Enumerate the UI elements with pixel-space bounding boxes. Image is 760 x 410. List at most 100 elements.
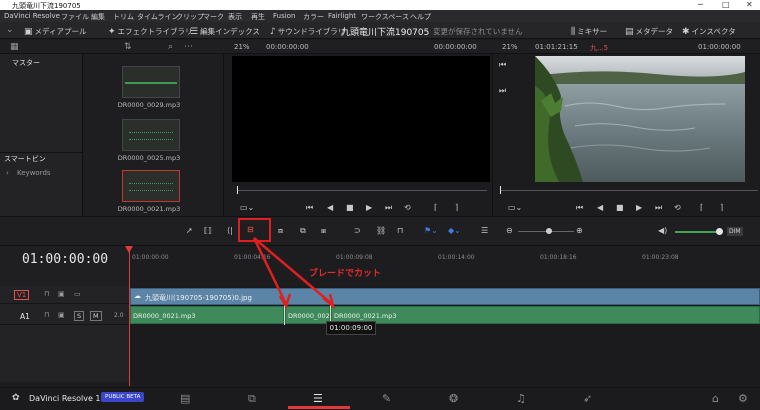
lock-icon[interactable]: ⊓: [397, 226, 403, 235]
metadata-button[interactable]: ▤ メタデータ: [625, 26, 673, 37]
menu-item-fusion[interactable]: Fusion: [273, 12, 295, 20]
media-clip-thumbnail[interactable]: [122, 170, 180, 202]
media-clip-thumbnail[interactable]: [122, 66, 180, 98]
mark-in-icon[interactable]: ⌈: [434, 203, 437, 212]
cut-page-icon[interactable]: ⧉: [248, 392, 256, 406]
menu-item-trim[interactable]: トリム: [113, 12, 134, 22]
play-reverse-icon[interactable]: ◀: [597, 203, 603, 212]
play-reverse-icon[interactable]: ◀: [327, 203, 333, 212]
jump-start-icon[interactable]: ⏮: [306, 203, 313, 213]
sort-icon[interactable]: ⇅: [124, 43, 132, 52]
sound-library-button[interactable]: ♪ サウンドライブラリ: [270, 26, 345, 37]
track-label-a1[interactable]: A1: [20, 312, 30, 321]
more-options-icon[interactable]: ⋯: [184, 43, 193, 52]
zoom-slider-knob[interactable]: [546, 228, 552, 234]
jump-end-icon[interactable]: ⏭: [655, 203, 662, 213]
master-bin[interactable]: マスター: [12, 58, 40, 68]
menu-item-playback[interactable]: 再生: [251, 12, 265, 22]
link-icon[interactable]: ⛓: [376, 226, 386, 235]
timeline-timecode[interactable]: 01:00:00:00: [0, 252, 130, 267]
playhead-handle[interactable]: [125, 246, 133, 253]
list-view-icon[interactable]: ▦: [10, 43, 19, 52]
timeline-ruler[interactable]: 01:00:00:00 01:00:04:16 01:00:09:08 01:0…: [130, 246, 760, 286]
program-playhead[interactable]: [500, 186, 501, 194]
chevron-right-icon[interactable]: ›: [6, 169, 9, 177]
menu-item-edit[interactable]: 編集: [91, 12, 105, 22]
timeline-playhead[interactable]: [129, 246, 130, 386]
volume-knob[interactable]: [716, 228, 723, 235]
zoom-in-icon[interactable]: ⊕: [576, 226, 583, 235]
maximize-icon[interactable]: □: [722, 0, 730, 9]
menu-item-fairlight[interactable]: Fairlight: [328, 12, 356, 20]
edit-page-icon[interactable]: ☰: [313, 392, 323, 405]
program-zoom[interactable]: 21%: [502, 43, 518, 51]
panel-toggle-icon[interactable]: ⌄: [6, 26, 14, 35]
volume-slider[interactable]: [675, 231, 721, 233]
insert-clip-icon[interactable]: ⧈: [278, 226, 283, 236]
menu-item-file[interactable]: ファイル: [61, 12, 89, 22]
effects-library-button[interactable]: ✦ エフェクトライブラリ: [108, 26, 193, 37]
source-zoom[interactable]: 21%: [234, 43, 250, 51]
replace-clip-icon[interactable]: ⧆: [321, 226, 326, 236]
zoom-out-icon[interactable]: ⊖: [506, 226, 513, 235]
overwrite-clip-icon[interactable]: ⧉: [300, 226, 306, 236]
program-viewer-options-icon[interactable]: ▭⌄: [508, 203, 522, 212]
dynamic-trim-icon[interactable]: ⟨|: [227, 226, 233, 235]
keywords-bin[interactable]: Keywords: [17, 169, 51, 177]
edit-index-button[interactable]: ☰ 編集インデックス: [190, 26, 260, 37]
dim-button[interactable]: DIM: [727, 227, 743, 236]
fairlight-page-icon[interactable]: ♫: [516, 392, 526, 405]
stop-icon[interactable]: ■: [346, 203, 354, 212]
deliver-page-icon[interactable]: ➶: [583, 392, 592, 405]
menu-item-workspace[interactable]: ワークスペース: [361, 12, 409, 22]
snapping-icon[interactable]: ⊃: [354, 226, 361, 235]
menu-item-help[interactable]: ヘルプ: [410, 12, 431, 22]
media-clip-thumbnail[interactable]: [122, 119, 180, 151]
stop-icon[interactable]: ■: [616, 203, 624, 212]
auto-track-icon[interactable]: ▣: [58, 290, 65, 298]
selection-tool-icon[interactable]: ➚: [186, 226, 193, 235]
menu-item-davinci[interactable]: DaVinci Resolve: [4, 12, 60, 20]
source-scrubber[interactable]: [237, 190, 487, 191]
play-icon[interactable]: ▶: [636, 203, 642, 212]
menu-item-mark[interactable]: マーク: [203, 12, 224, 22]
mute-button[interactable]: M: [90, 311, 102, 321]
source-viewer-options-icon[interactable]: ▭⌄: [240, 203, 254, 212]
track-lock-icon[interactable]: ⊓: [44, 311, 49, 319]
inspector-button[interactable]: ✱ インスペクタ: [682, 26, 736, 37]
mark-out-icon[interactable]: ⌉: [455, 203, 458, 212]
mark-out-icon[interactable]: ⌉: [720, 203, 723, 212]
menu-item-timeline[interactable]: タイムライン: [137, 12, 179, 22]
search-icon[interactable]: ⌕: [168, 43, 173, 52]
media-page-icon[interactable]: ▤: [180, 392, 190, 405]
track-enable-icon[interactable]: ▭: [74, 290, 81, 298]
program-scrubber[interactable]: [500, 190, 758, 191]
jump-start-icon[interactable]: ⏮: [576, 203, 583, 213]
volume-icon[interactable]: ◀): [658, 226, 667, 235]
source-viewer-screen[interactable]: [232, 56, 490, 182]
menu-item-clip[interactable]: クリップ: [176, 12, 204, 22]
loop-icon[interactable]: ⟲: [674, 203, 681, 212]
loop-icon[interactable]: ⟲: [404, 203, 411, 212]
solo-button[interactable]: S: [74, 311, 85, 321]
video-clip[interactable]: ☁ 九頭竜川(190705-190705)0.jpg: [130, 288, 760, 305]
program-viewer-screen[interactable]: [535, 56, 745, 182]
color-page-icon[interactable]: ❂: [449, 392, 458, 405]
source-playhead[interactable]: [237, 186, 238, 194]
play-icon[interactable]: ▶: [366, 203, 372, 212]
menu-item-view[interactable]: 表示: [228, 12, 242, 22]
minimize-icon[interactable]: ─: [698, 0, 703, 9]
trim-tool-icon[interactable]: ⟦⟧: [204, 226, 212, 235]
media-pool-button[interactable]: ▣ メディアプール: [24, 26, 87, 37]
track-label-v1[interactable]: V1: [14, 290, 30, 300]
prev-edit-icon[interactable]: ⏮: [499, 60, 506, 70]
timeline-name[interactable]: 九...5: [590, 43, 608, 53]
mixer-button[interactable]: ⫼ ミキサー: [571, 26, 607, 37]
track-lock-icon[interactable]: ⊓: [44, 290, 49, 298]
close-icon[interactable]: ✕: [746, 0, 753, 9]
home-icon[interactable]: ⌂: [712, 392, 719, 405]
fusion-page-icon[interactable]: ✎: [382, 392, 391, 405]
mark-in-icon[interactable]: ⌈: [700, 203, 703, 212]
settings-icon[interactable]: ⚙: [738, 392, 748, 405]
timeline-view-icon[interactable]: ☰: [481, 226, 488, 235]
